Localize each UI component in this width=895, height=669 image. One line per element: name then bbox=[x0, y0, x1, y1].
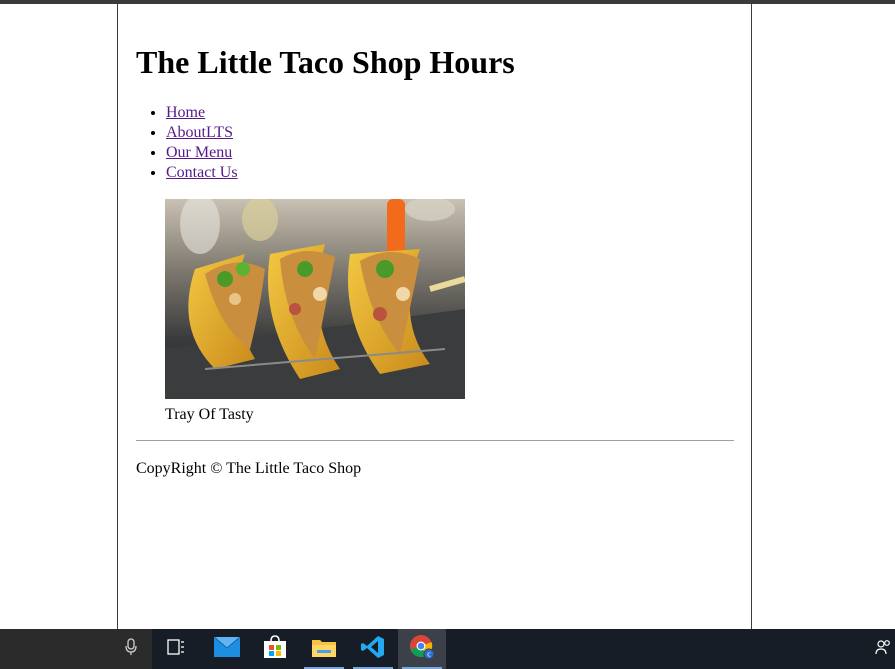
nav-item-home: Home bbox=[166, 103, 238, 123]
task-view-icon bbox=[167, 638, 185, 660]
footer-divider bbox=[136, 440, 734, 441]
taco-photo bbox=[165, 199, 465, 399]
taskbar: c bbox=[0, 629, 895, 669]
taco-figure: Tray Of Tasty bbox=[165, 199, 465, 423]
microphone-button[interactable] bbox=[107, 629, 155, 669]
svg-text:c: c bbox=[427, 650, 431, 658]
chrome-icon: c bbox=[409, 634, 435, 665]
footer-copyright: CopyRight © The Little Taco Shop bbox=[136, 460, 362, 477]
file-explorer-icon bbox=[312, 637, 336, 662]
people-button[interactable] bbox=[870, 629, 895, 669]
people-icon bbox=[874, 639, 891, 660]
mail-button[interactable] bbox=[203, 629, 251, 669]
nav-item-about: AboutLTS bbox=[166, 123, 238, 143]
nav-link-contact[interactable]: Contact Us bbox=[166, 164, 238, 181]
vscode-button[interactable] bbox=[349, 629, 397, 669]
microphone-icon bbox=[124, 637, 138, 661]
page-container: The Little Taco Shop Hours Home AboutLTS… bbox=[117, 4, 752, 629]
figure-caption: Tray Of Tasty bbox=[165, 406, 254, 423]
nav-list: Home AboutLTS Our Menu Contact Us bbox=[136, 103, 238, 183]
store-button[interactable] bbox=[251, 629, 299, 669]
mail-icon bbox=[213, 636, 241, 662]
nav-item-menu: Our Menu bbox=[166, 143, 238, 163]
vscode-icon bbox=[361, 635, 385, 664]
store-icon bbox=[263, 634, 287, 664]
nav-item-contact: Contact Us bbox=[166, 163, 238, 183]
nav-link-home[interactable]: Home bbox=[166, 104, 205, 121]
nav-link-menu[interactable]: Our Menu bbox=[166, 144, 232, 161]
page-title: The Little Taco Shop Hours bbox=[136, 44, 515, 80]
task-view-button[interactable] bbox=[152, 629, 200, 669]
nav-link-about[interactable]: AboutLTS bbox=[166, 124, 233, 141]
chrome-button[interactable]: c bbox=[398, 629, 446, 669]
file-explorer-button[interactable] bbox=[300, 629, 348, 669]
